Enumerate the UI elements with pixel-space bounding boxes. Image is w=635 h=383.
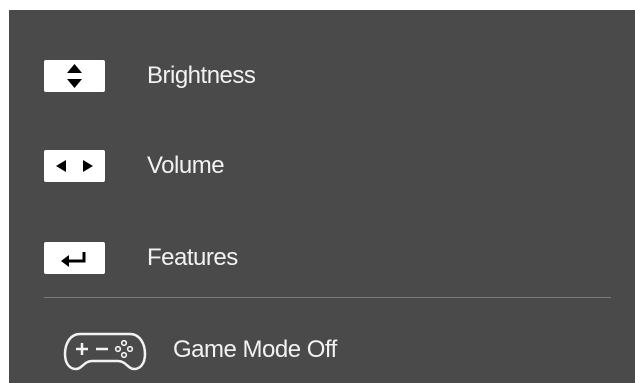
game-mode-status[interactable]: Game Mode Off	[9, 322, 635, 378]
left-right-arrows-icon	[44, 150, 105, 182]
menu-divider	[44, 297, 611, 298]
up-down-arrows-icon	[44, 60, 105, 92]
menu-item-volume[interactable]: Volume	[9, 138, 635, 194]
menu-item-features[interactable]: Features	[9, 230, 635, 286]
game-mode-label: Game Mode Off	[173, 336, 337, 363]
enter-return-icon	[44, 242, 105, 274]
osd-menu-panel: Brightness Volume Features Game Mode Off	[9, 10, 635, 383]
menu-item-label: Features	[147, 244, 238, 271]
menu-item-label: Brightness	[147, 62, 256, 89]
menu-item-label: Volume	[147, 152, 225, 179]
menu-item-brightness[interactable]: Brightness	[9, 48, 635, 104]
gamepad-icon	[62, 328, 148, 377]
